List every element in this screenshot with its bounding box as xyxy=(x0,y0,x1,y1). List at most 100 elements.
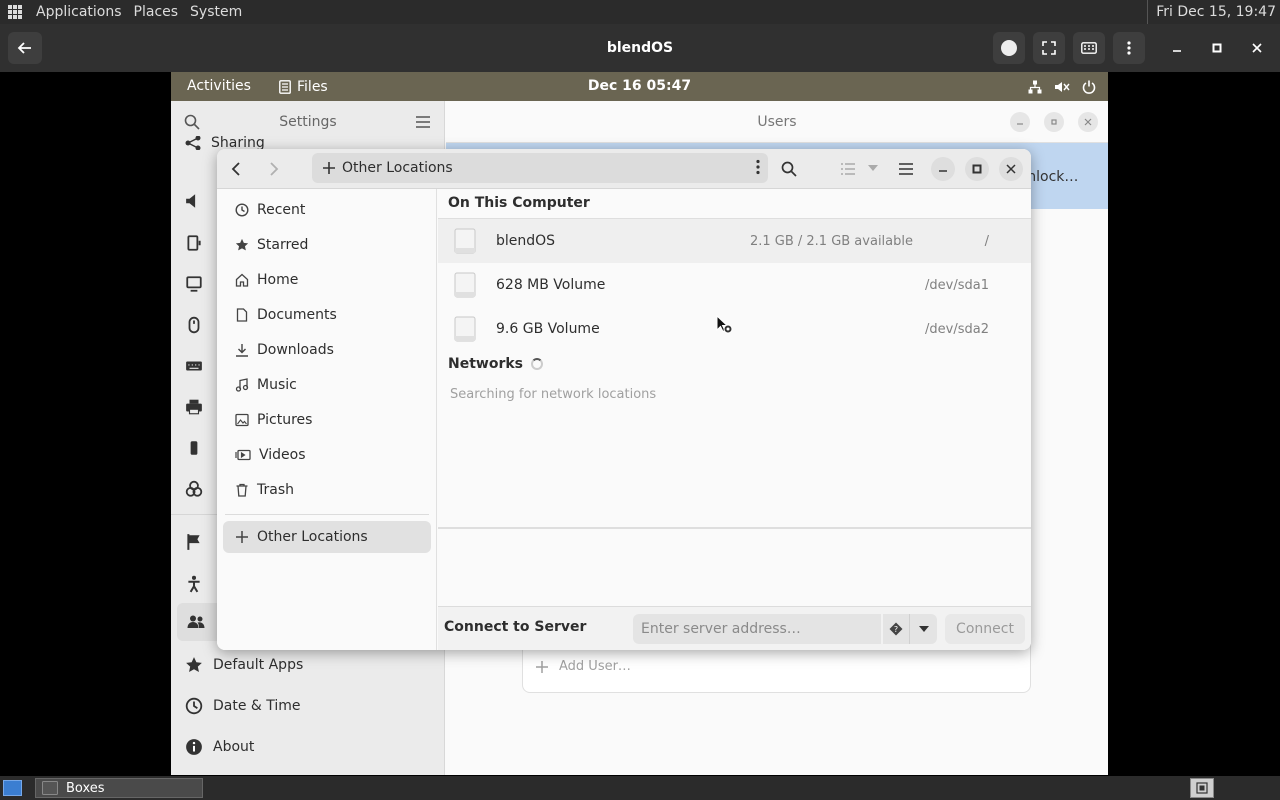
drive-row-9gb[interactable]: 9.6 GB Volume /dev/sda2 xyxy=(438,307,1031,351)
settings-item-about[interactable]: About xyxy=(185,735,254,759)
minimize-icon xyxy=(1017,123,1023,125)
path-menu-button[interactable] xyxy=(756,159,760,179)
printer-icon[interactable] xyxy=(185,398,203,416)
removable-media-icon[interactable] xyxy=(185,439,203,457)
search-button[interactable] xyxy=(781,161,797,177)
vertical-dots-icon xyxy=(1127,41,1131,55)
maximize-button[interactable] xyxy=(1201,32,1233,64)
accessibility-icon[interactable] xyxy=(185,575,203,593)
workspace-switcher[interactable] xyxy=(1190,778,1214,798)
connect-button[interactable]: Connect xyxy=(945,614,1025,644)
keyboard-icon xyxy=(1081,42,1097,54)
app-name: Files xyxy=(297,78,328,95)
drive-row-628mb[interactable]: 628 MB Volume /dev/sda1 xyxy=(438,263,1031,307)
send-key-button[interactable] xyxy=(993,32,1025,64)
recent-servers-dropdown[interactable] xyxy=(909,614,937,644)
keyboard-button[interactable] xyxy=(1073,32,1105,64)
drive-mount-point: /dev/sda1 xyxy=(925,277,989,293)
place-music[interactable]: Music xyxy=(223,370,431,400)
place-videos[interactable]: Videos xyxy=(223,440,431,470)
place-documents[interactable]: Documents xyxy=(223,300,431,330)
users-title: Users xyxy=(757,114,797,130)
guest-top-bar: Activities Files Dec 16 05:47 xyxy=(171,72,1108,101)
svg-text:?: ? xyxy=(894,625,898,634)
add-user-button[interactable]: Add User… xyxy=(535,659,631,674)
connect-to-server-label: Connect to Server xyxy=(444,619,587,635)
menu-applications[interactable]: Applications xyxy=(30,4,128,20)
files-maximize-button[interactable] xyxy=(965,157,989,181)
minimize-button[interactable] xyxy=(1161,32,1193,64)
server-help-button[interactable]: ? xyxy=(883,614,909,644)
place-other-locations[interactable]: Other Locations xyxy=(223,521,431,553)
files-minimize-button[interactable] xyxy=(931,157,955,181)
settings-item-label: About xyxy=(213,739,255,755)
place-starred[interactable]: Starred xyxy=(223,230,431,260)
files-cabinet-icon xyxy=(279,79,291,94)
settings-item-date-time[interactable]: Date & Time xyxy=(185,694,301,718)
place-label: Documents xyxy=(257,307,337,323)
settings-item-default-apps[interactable]: Default Apps xyxy=(185,653,303,677)
server-address-input[interactable] xyxy=(633,614,881,644)
files-window: Other Locations Recent Starred Home Docu… xyxy=(217,149,1031,650)
drive-available: 2.1 GB / 2.1 GB available xyxy=(749,233,913,249)
hamburger-menu-icon[interactable] xyxy=(416,116,430,128)
drive-mount-point: / xyxy=(984,233,989,249)
menu-system[interactable]: System xyxy=(184,4,248,20)
add-user-label: Add User… xyxy=(559,659,631,674)
place-trash[interactable]: Trash xyxy=(223,475,431,505)
path-bar[interactable]: Other Locations xyxy=(312,153,768,183)
color-icon[interactable] xyxy=(185,480,203,498)
places-separator xyxy=(225,514,429,515)
region-flag-icon[interactable] xyxy=(185,533,203,551)
back-button[interactable] xyxy=(8,32,42,64)
view-toggle-button[interactable] xyxy=(841,163,855,175)
settings-minimize-button[interactable] xyxy=(1010,112,1030,132)
vertical-dots-icon xyxy=(756,159,760,175)
networks-divider xyxy=(438,527,1031,528)
drive-name: 9.6 GB Volume xyxy=(496,321,600,337)
place-pictures[interactable]: Pictures xyxy=(223,405,431,435)
files-close-button[interactable] xyxy=(999,157,1023,181)
drive-row-blendos[interactable]: blendOS 2.1 GB / 2.1 GB available / xyxy=(438,219,1031,263)
list-view-icon xyxy=(841,163,855,175)
show-desktop-button[interactable] xyxy=(3,780,22,796)
applications-grid-icon[interactable] xyxy=(8,5,22,19)
settings-close-button[interactable] xyxy=(1078,112,1098,132)
place-downloads[interactable]: Downloads xyxy=(223,335,431,365)
system-tray[interactable] xyxy=(1028,72,1096,101)
main-menu-button[interactable] xyxy=(899,163,913,175)
settings-item-label: Sharing xyxy=(211,136,265,150)
place-home[interactable]: Home xyxy=(223,265,431,295)
power-settings-icon[interactable] xyxy=(185,234,203,252)
close-button[interactable] xyxy=(1241,32,1273,64)
menu-button[interactable] xyxy=(1113,32,1145,64)
nav-forward-button[interactable] xyxy=(269,161,279,177)
settings-maximize-button[interactable] xyxy=(1044,112,1064,132)
host-clock[interactable]: Fri Dec 15, 19:47 xyxy=(1147,0,1276,24)
place-label: Home xyxy=(257,272,299,288)
minimize-icon xyxy=(939,170,947,172)
place-recent[interactable]: Recent xyxy=(223,195,431,225)
place-label: Trash xyxy=(257,482,294,498)
display-icon[interactable] xyxy=(185,275,203,293)
drive-name: blendOS xyxy=(496,233,556,249)
download-icon xyxy=(236,344,248,357)
app-menu[interactable]: Files xyxy=(279,72,328,101)
places-sidebar: Recent Starred Home Documents Downloads … xyxy=(217,189,437,650)
close-icon xyxy=(1006,164,1016,174)
guest-display[interactable]: Activities Files Dec 16 05:47 Settings S… xyxy=(171,72,1108,775)
nav-back-button[interactable] xyxy=(231,161,241,177)
section-on-this-computer: On This Computer xyxy=(448,195,590,211)
fullscreen-button[interactable] xyxy=(1033,32,1065,64)
settings-item-sharing[interactable]: Sharing xyxy=(185,136,265,150)
sound-icon[interactable] xyxy=(185,192,203,210)
mouse-icon[interactable] xyxy=(185,316,203,334)
picture-icon xyxy=(235,413,249,427)
menu-places[interactable]: Places xyxy=(128,4,185,20)
taskbar-item-boxes[interactable]: Boxes xyxy=(35,778,203,798)
view-options-button[interactable] xyxy=(868,165,878,171)
keyboard-settings-icon[interactable] xyxy=(185,357,203,375)
activities-button[interactable]: Activities xyxy=(187,72,251,101)
place-label: Music xyxy=(257,377,297,393)
loading-spinner-icon xyxy=(531,358,544,370)
